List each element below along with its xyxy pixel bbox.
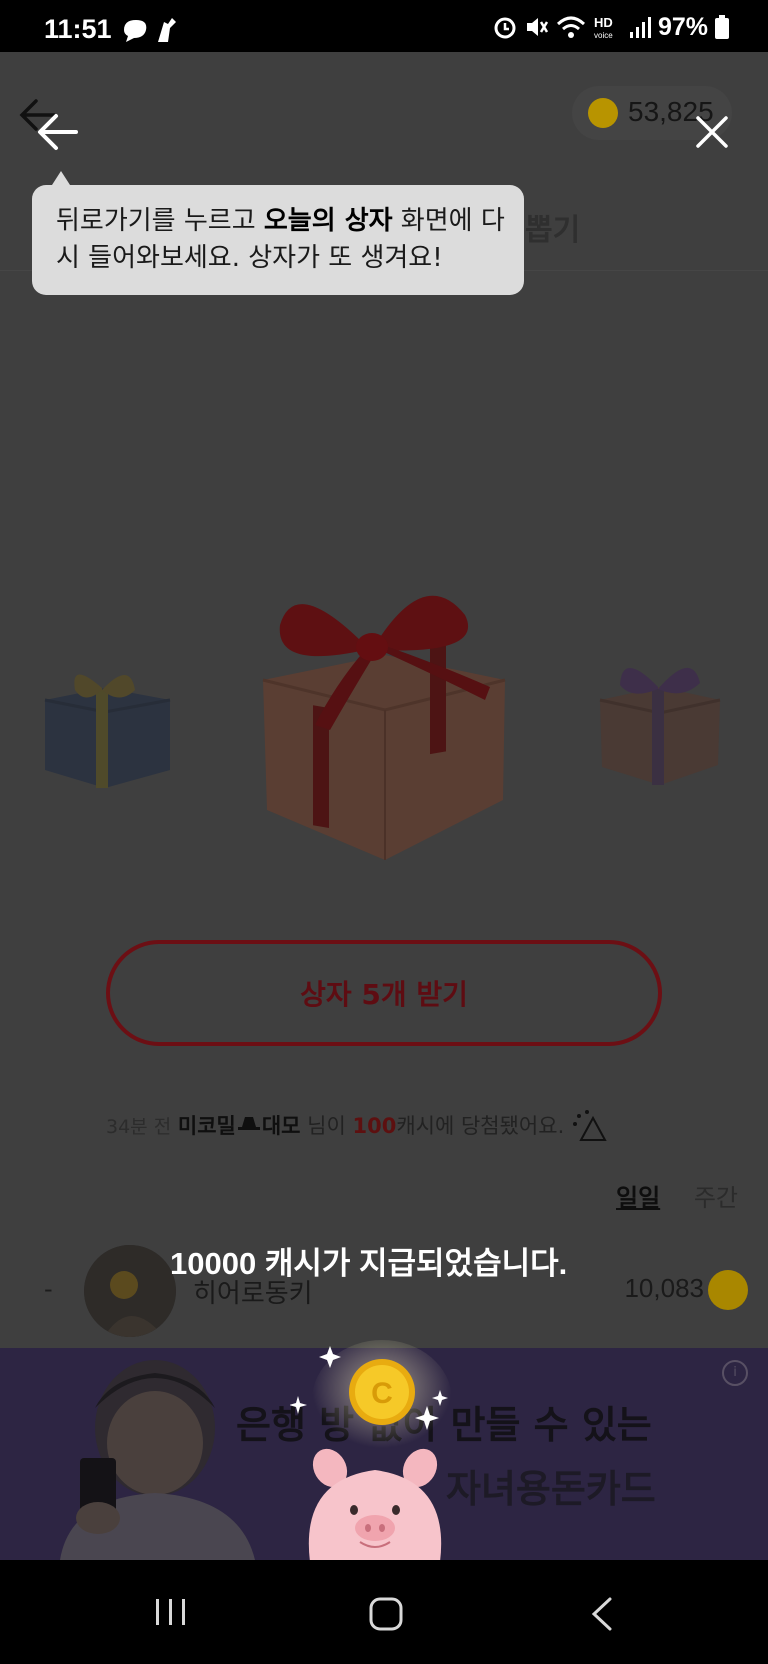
battery-percent: 97%	[657, 12, 708, 41]
tab-label-peek: 뽑기	[525, 213, 581, 248]
wifi-icon	[556, 16, 585, 38]
status-bar: 11:51 HD voice 97%	[0, 0, 768, 52]
winner-feed: 34분 전 미코밀 대모 님이 100캐시에 당첨됐어요.	[106, 1110, 706, 1144]
winner-nickname-b: 대모	[261, 1114, 301, 1138]
svg-text:C: C	[371, 1377, 393, 1410]
winner-amount: 100	[352, 1114, 397, 1138]
open-boxes-button-label: 상자 5개 받기	[300, 978, 468, 1011]
close-icon[interactable]	[692, 112, 732, 152]
system-nav-bar	[0, 1560, 768, 1664]
recent-apps-icon[interactable]	[154, 1597, 188, 1627]
winner-time-ago: 34분 전	[106, 1116, 172, 1138]
home-icon[interactable]	[368, 1596, 404, 1632]
party-popper-icon	[572, 1110, 607, 1141]
tooltip-text-bold: 오늘의 상자	[263, 206, 393, 236]
notification-icons	[124, 18, 176, 42]
svg-text:voice: voice	[594, 31, 613, 40]
winner-nickname-a: 미코밀	[177, 1114, 236, 1138]
alarm-icon	[494, 17, 516, 39]
battery-icon	[715, 15, 729, 39]
hat-emoji-icon	[237, 1117, 260, 1130]
reward-toast: 10000 캐시가 지급되었습니다.	[170, 1246, 568, 1281]
tab-daily[interactable]: 일일	[616, 1184, 660, 1212]
back-arrow-icon[interactable]	[34, 108, 82, 156]
tooltip: 뒤로가기를 누르고 오늘의 상자 화면에 다시 들어와보세요. 상자가 또 생겨…	[32, 171, 524, 295]
gift-box-right	[599, 667, 721, 785]
winner-text-2: 캐시에 당첨됐어요.	[396, 1114, 565, 1138]
tooltip-text: 뒤로가기를 누르고 오늘의 상자 화면에 다시 들어와보세요. 상자가 또 생겨…	[56, 203, 516, 277]
coin-icon	[588, 98, 618, 128]
ranking-position: -	[44, 1275, 53, 1303]
signal-icon	[629, 17, 651, 38]
ranking-tabs: 일일 주간	[616, 1178, 738, 1213]
nav-back-icon[interactable]	[590, 1596, 614, 1632]
avatar	[84, 1245, 176, 1337]
coin-icon	[708, 1270, 748, 1310]
status-icons: HD voice 97%	[492, 12, 730, 42]
tooltip-text-part1: 뒤로가기를 누르고	[56, 206, 264, 236]
open-boxes-button[interactable]: 상자 5개 받기	[106, 940, 662, 1046]
gift-box-center	[262, 595, 506, 860]
winner-text-1: 님이	[300, 1114, 353, 1138]
svg-text:HD: HD	[594, 15, 613, 30]
ad-info-icon[interactable]: i	[722, 1360, 748, 1386]
tab-weekly[interactable]: 주간	[694, 1184, 738, 1212]
mute-icon	[526, 18, 549, 36]
ranking-score: 10,083	[624, 1273, 704, 1303]
status-time: 11:51	[44, 14, 112, 44]
gift-box-left	[44, 674, 171, 788]
hd-voice-icon: HDvoice	[594, 15, 613, 40]
banner-child-image	[60, 1360, 255, 1560]
reward-piggy-coin: C	[290, 1340, 452, 1562]
